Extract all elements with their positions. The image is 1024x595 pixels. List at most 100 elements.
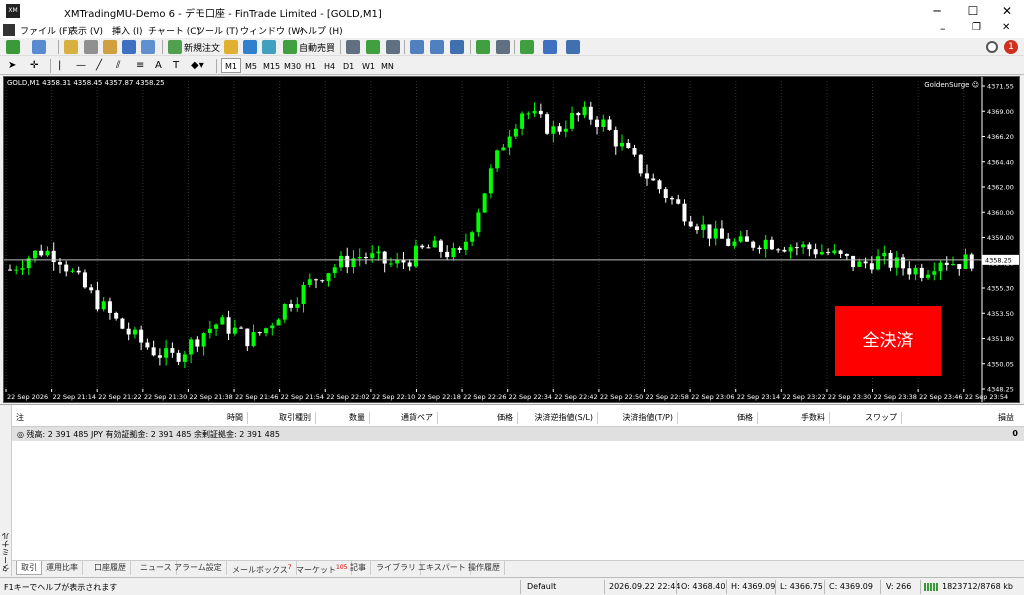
candle-body <box>370 253 375 258</box>
col-symbol[interactable]: 通貨ペア <box>370 412 438 424</box>
tab-5[interactable]: メールボックス7 <box>228 561 297 575</box>
terminal-side-label: ターミナル <box>1 532 10 572</box>
strategy-tester-icon[interactable] <box>141 40 155 54</box>
connection-bars-icon[interactable] <box>924 583 938 591</box>
candle-body <box>57 262 62 265</box>
indicators-icon[interactable] <box>520 40 534 54</box>
crosshair-icon[interactable]: ✛ <box>30 60 38 71</box>
terminal-side-handle[interactable]: ターミナル <box>0 405 12 576</box>
auto-scroll-icon[interactable] <box>496 40 510 54</box>
tab-label: エキスパート <box>418 563 466 572</box>
chart-shift-icon[interactable] <box>476 40 490 54</box>
navigator-icon[interactable] <box>103 40 117 54</box>
candle-body <box>763 239 768 250</box>
balance-row[interactable]: ◎ 残高: 2 391 485 JPY 有効証拠金: 2 391 485 余剰証… <box>12 427 1024 441</box>
new-chart-icon[interactable] <box>6 40 20 54</box>
col-profit[interactable]: 損益 <box>902 412 1018 424</box>
auto-trading-button[interactable]: 自動売買 <box>299 41 335 54</box>
templates-icon[interactable] <box>566 40 580 54</box>
bar-chart-icon[interactable] <box>346 40 360 54</box>
timeframe-m5[interactable]: M5 <box>241 58 261 73</box>
candle-body <box>551 126 556 134</box>
tab-4[interactable]: アラーム設定 <box>170 561 227 575</box>
x-tick-label: 22 Sep 23:46 <box>919 393 962 401</box>
label-tool-icon[interactable]: T <box>173 60 179 71</box>
candle-body <box>114 312 119 319</box>
tab-10[interactable]: 操作履歴 <box>464 561 505 575</box>
x-tick-label: 22 Sep 22:02 <box>326 393 369 401</box>
periods-icon[interactable] <box>543 40 557 54</box>
trendline-icon[interactable]: ╱ <box>96 60 102 71</box>
vps-icon[interactable] <box>262 40 276 54</box>
menu-view[interactable]: 表示 (V) <box>69 24 103 37</box>
zoom-in-icon[interactable] <box>410 40 424 54</box>
tab-2[interactable]: 口座履歴 <box>90 561 131 575</box>
candle-body <box>663 189 668 198</box>
col-time[interactable]: 時間 <box>192 412 248 424</box>
channel-icon[interactable]: ⫽ <box>116 60 120 71</box>
candle-body <box>14 269 19 271</box>
menu-window[interactable]: ウィンドウ (W) <box>240 24 304 37</box>
candle-body <box>376 251 381 254</box>
new-order-icon[interactable] <box>168 40 182 54</box>
minimize-button[interactable]: ─ <box>920 0 954 22</box>
menu-file[interactable]: ファイル (F) <box>20 24 71 37</box>
menu-insert[interactable]: 挿入 (I) <box>112 24 143 37</box>
tab-0[interactable]: 取引 <box>16 561 42 575</box>
fibonacci-icon[interactable]: ≡ <box>136 60 144 71</box>
metaeditor-icon[interactable] <box>224 40 238 54</box>
col-volume[interactable]: 数量 <box>316 412 370 424</box>
price-chart[interactable]: 22 Sep 2026 22 Sep 21:14 22 Sep 21:22 22 Se… <box>3 76 1020 403</box>
col-order[interactable]: 注 <box>16 412 28 424</box>
tile-windows-icon[interactable] <box>450 40 464 54</box>
status-traffic[interactable]: 1823712/8768 kb <box>942 582 1013 591</box>
auto-trading-icon[interactable] <box>283 40 297 54</box>
close-button[interactable]: ✕ <box>990 0 1024 22</box>
col-price[interactable]: 価格 <box>438 412 518 424</box>
candle-body <box>501 147 506 151</box>
timeframe-h4[interactable]: H4 <box>320 58 339 73</box>
timeframe-d1[interactable]: D1 <box>339 58 358 73</box>
line-chart-icon[interactable] <box>386 40 400 54</box>
candle-body <box>894 257 899 268</box>
mdi-minimize-button[interactable]: – <box>940 22 946 35</box>
col-type[interactable]: 取引種別 <box>248 412 316 424</box>
mdi-restore-button[interactable]: ❐ <box>972 22 981 33</box>
close-all-button[interactable]: 全決済 <box>835 306 941 376</box>
candlestick-chart-icon[interactable] <box>366 40 380 54</box>
menu-help[interactable]: ヘルプ (H) <box>299 24 343 37</box>
data-window-icon[interactable] <box>84 40 98 54</box>
mdi-close-button[interactable]: ✕ <box>1002 22 1010 33</box>
horizontal-line-icon[interactable]: — <box>76 60 86 71</box>
status-open: O: 4368.40 <box>681 582 726 591</box>
menu-tools[interactable]: ツール (T) <box>196 24 238 37</box>
col-swap[interactable]: スワップ <box>830 412 902 424</box>
new-order-button[interactable]: 新規注文 <box>184 41 220 54</box>
terminal-icon[interactable] <box>122 40 136 54</box>
text-tool-icon[interactable]: A <box>155 60 162 71</box>
notification-badge[interactable]: 1 <box>1004 40 1018 54</box>
status-profile[interactable]: Default <box>527 582 556 591</box>
timeframe-w1[interactable]: W1 <box>358 58 379 73</box>
shapes-dropdown-icon[interactable]: ◆▾ <box>191 60 204 71</box>
tab-9[interactable]: エキスパート <box>414 561 471 575</box>
tab-1[interactable]: 運用比率 <box>42 561 83 575</box>
signals-icon[interactable] <box>243 40 257 54</box>
col-commission[interactable]: 手数料 <box>758 412 830 424</box>
menu-chart[interactable]: チャート (C) <box>148 24 200 37</box>
tab-6[interactable]: マーケット105 <box>292 561 353 575</box>
zoom-out-icon[interactable] <box>430 40 444 54</box>
search-icon[interactable] <box>986 41 998 53</box>
timeframe-h1[interactable]: H1 <box>301 58 320 73</box>
tab-7[interactable]: 記事 <box>346 561 371 575</box>
timeframe-m1[interactable]: M1 <box>221 58 241 73</box>
col-tp[interactable]: 決済指値(T/P) <box>598 412 678 424</box>
cursor-icon[interactable]: ➤ <box>8 60 16 71</box>
maximize-button[interactable]: ☐ <box>956 0 990 22</box>
market-watch-icon[interactable] <box>64 40 78 54</box>
timeframe-mn[interactable]: MN <box>377 58 398 73</box>
col-current-price[interactable]: 価格 <box>678 412 758 424</box>
vertical-line-icon[interactable]: | <box>58 60 61 71</box>
profiles-icon[interactable] <box>32 40 46 54</box>
col-sl[interactable]: 決済逆指値(S/L) <box>518 412 598 424</box>
